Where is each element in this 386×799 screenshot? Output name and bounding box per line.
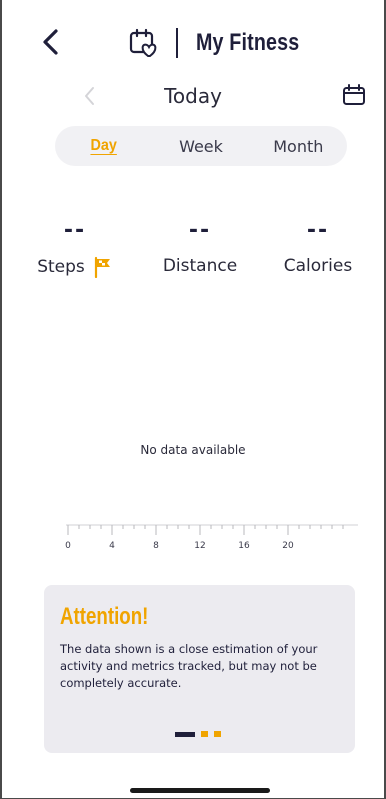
metric-value: --: [188, 218, 212, 243]
metric-steps: -- Steps: [10, 218, 140, 278]
axis-tick-label: 4: [109, 541, 115, 551]
calendar-heart-icon: [129, 28, 157, 57]
goal-flag-icon[interactable]: [93, 256, 113, 278]
header-title-group: My Fitness: [128, 24, 322, 62]
metric-label-row: Steps: [10, 256, 140, 278]
home-indicator[interactable]: [130, 788, 270, 793]
axis-tick-label: 0: [65, 541, 71, 551]
metric-value: --: [306, 218, 330, 243]
metric-label: Calories: [283, 256, 353, 276]
axis-tick-label: 12: [194, 541, 205, 551]
metric-label-row: Distance: [135, 256, 265, 276]
date-navigator: Today: [0, 78, 386, 114]
pager-dot-active[interactable]: [175, 731, 195, 737]
metric-label-row: Calories: [253, 256, 383, 276]
pager-dot[interactable]: [214, 731, 221, 737]
page-title: My Fitness: [196, 29, 300, 56]
back-chevron-icon[interactable]: [38, 26, 64, 58]
metric-label: Steps: [37, 257, 85, 277]
tab-month[interactable]: Month: [250, 137, 347, 156]
calendar-icon[interactable]: [342, 83, 366, 107]
metric-value: --: [63, 218, 87, 243]
attention-card: Attention! The data shown is a close est…: [44, 585, 355, 753]
tab-day[interactable]: Day: [60, 137, 148, 155]
axis-tick-label: 16: [238, 541, 250, 551]
period-segmented-control: Day Week Month: [55, 126, 347, 166]
axis-tick-label: 8: [153, 541, 159, 551]
header-divider: [176, 28, 178, 58]
attention-title: Attention!: [60, 603, 149, 630]
hour-axis: 0 4 8 12 16 20: [65, 524, 358, 551]
date-label: Today: [164, 84, 222, 108]
tab-week[interactable]: Week: [152, 137, 249, 156]
metric-distance: -- Distance: [135, 218, 265, 276]
metric-calories: -- Calories: [253, 218, 383, 276]
axis-tick-label: 20: [282, 541, 294, 551]
carousel-pager: [175, 731, 221, 737]
app-header: My Fitness: [0, 0, 386, 86]
attention-body: The data shown is a close estimation of …: [60, 642, 318, 690]
empty-chart-message: No data available: [140, 443, 246, 457]
pager-dot[interactable]: [201, 731, 208, 737]
metric-label: Distance: [162, 256, 238, 276]
